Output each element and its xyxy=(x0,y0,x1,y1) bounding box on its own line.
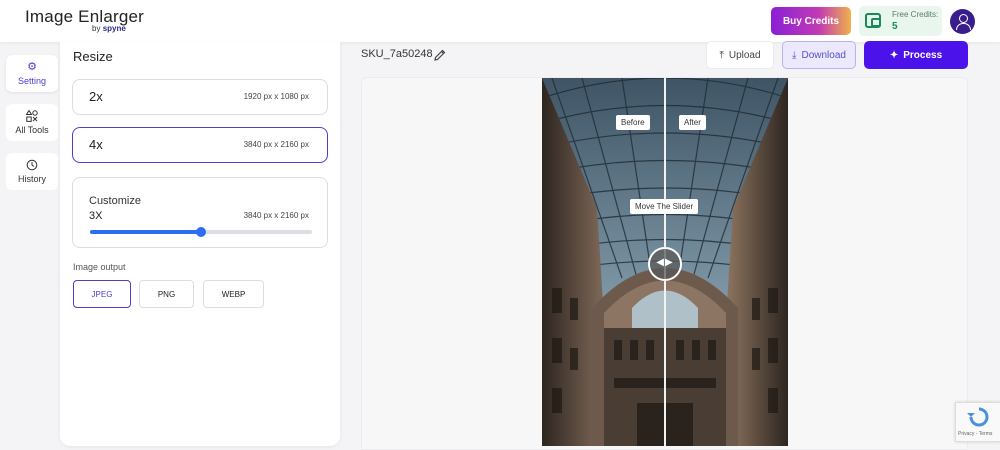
after-tag: After xyxy=(679,115,706,130)
slider-hint-tag: Move The Slider xyxy=(630,199,699,214)
customize-label: Customize xyxy=(89,195,141,207)
comparison-slider-handle[interactable]: ◀▶ xyxy=(648,247,682,281)
option-dimensions: 1920 px x 1080 px xyxy=(243,92,309,101)
recaptcha-icon xyxy=(967,407,989,427)
slider-fill xyxy=(90,230,201,234)
recaptcha-badge[interactable]: Privacy - Terms xyxy=(955,402,1000,442)
settings-panel: Resize 2x 1920 px x 1080 px 4x 3840 px x… xyxy=(60,42,340,446)
top-header: Image Enlarger by spyne Buy Credits Free… xyxy=(0,0,1000,42)
upload-label: Upload xyxy=(728,49,761,61)
buy-credits-button[interactable]: Buy Credits xyxy=(771,7,851,35)
history-icon xyxy=(26,159,38,171)
rail-item-label: All Tools xyxy=(15,125,49,135)
upload-button[interactable]: ⤒ Upload xyxy=(706,41,774,69)
recaptcha-text: Privacy - Terms xyxy=(958,431,993,437)
sparkle-icon: ✦ xyxy=(889,49,899,61)
panel-title: Resize xyxy=(73,49,113,64)
rail-item-label: History xyxy=(17,174,46,184)
resize-option-4x[interactable]: 4x 3840 px x 2160 px xyxy=(72,127,328,163)
rail-item-setting[interactable]: ⚙ Setting xyxy=(6,55,58,92)
download-button[interactable]: ⤓ Download xyxy=(782,41,856,69)
gear-icon: ⚙ xyxy=(27,61,37,73)
format-jpeg-button[interactable]: JPEG xyxy=(73,280,131,308)
left-right-arrows-icon: ◀▶ xyxy=(656,257,674,268)
resize-option-2x[interactable]: 2x 1920 px x 1080 px xyxy=(72,79,328,115)
customize-dimensions: 3840 px x 2160 px xyxy=(243,211,309,220)
byline-prefix: by xyxy=(92,24,101,33)
app-byline: by spyne xyxy=(92,24,126,33)
format-webp-button[interactable]: WEBP xyxy=(203,280,264,308)
format-png-button[interactable]: PNG xyxy=(139,280,194,308)
user-avatar-button[interactable] xyxy=(950,9,975,34)
option-dimensions: 3840 px x 2160 px xyxy=(243,140,309,149)
brand-name: spyne xyxy=(102,24,126,33)
image-output-label: Image output xyxy=(73,262,126,272)
free-credits-value: 5 xyxy=(892,21,898,32)
tools-grid-icon xyxy=(25,109,38,122)
scale-slider[interactable] xyxy=(90,227,312,237)
before-tag: Before xyxy=(616,115,650,130)
pencil-icon[interactable] xyxy=(433,48,447,62)
rail-item-history[interactable]: History xyxy=(6,153,58,190)
free-credits-badge: Free Credits: 5 xyxy=(859,6,942,36)
download-icon: ⤓ xyxy=(792,49,797,61)
option-scale: 2x xyxy=(89,89,103,104)
download-label: Download xyxy=(801,49,846,61)
upload-icon: ⤒ xyxy=(719,49,724,61)
wallet-icon xyxy=(865,13,881,28)
option-scale: 4x xyxy=(89,137,103,152)
customize-card[interactable]: Customize 3X 3840 px x 2160 px xyxy=(72,177,328,248)
rail-item-all-tools[interactable]: All Tools xyxy=(6,104,58,141)
slider-thumb[interactable] xyxy=(196,227,206,237)
rail-item-label: Setting xyxy=(17,76,47,86)
app-title: Image Enlarger xyxy=(25,7,145,26)
process-label: Process xyxy=(903,49,943,61)
customize-scale: 3X xyxy=(89,210,103,222)
sku-title: SKU_7a50248 xyxy=(361,48,433,60)
free-credits-label: Free Credits: xyxy=(892,10,939,19)
process-button[interactable]: ✦ Process xyxy=(864,41,968,69)
